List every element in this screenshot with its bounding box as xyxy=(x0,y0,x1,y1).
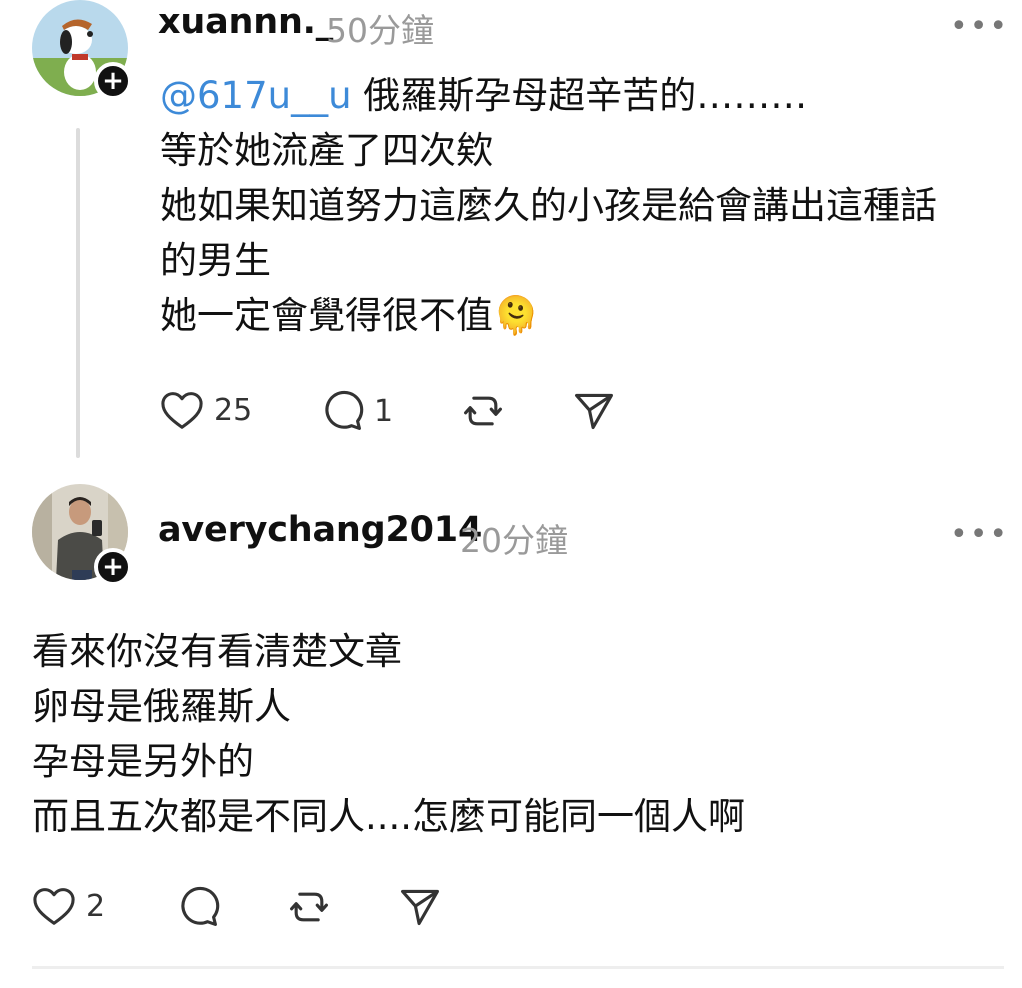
repost-icon xyxy=(290,892,328,922)
comment-body-line: 她一定會覺得很不值🫠 xyxy=(160,294,540,337)
comment-body-line: 她如果知道努力這麼久的小孩是給會講出這種話 xyxy=(160,184,937,227)
timestamp: 20分鐘 xyxy=(460,521,568,560)
send-icon xyxy=(401,889,439,926)
reply-bubble-icon xyxy=(325,390,364,430)
timestamp: 50分鐘 xyxy=(326,11,434,50)
share-button[interactable] xyxy=(572,389,616,433)
comment-body-line: 的男生 xyxy=(160,239,271,282)
repost-icon xyxy=(464,396,502,426)
comment-body-line: @617u__u 俄羅斯孕母超辛苦的……… xyxy=(160,74,808,117)
comment-body-line: 卵母是俄羅斯人 xyxy=(32,685,291,728)
like-count: 2 xyxy=(86,888,106,924)
melting-face-emoji: 🫠 xyxy=(493,294,540,337)
repost-button[interactable] xyxy=(286,885,332,929)
comment-body-line: 等於她流產了四次欸 xyxy=(160,129,493,172)
comment-body-line: 看來你沒有看清楚文章 xyxy=(32,630,402,673)
username[interactable]: xuannn._ xyxy=(158,2,333,42)
follow-add-button[interactable]: + xyxy=(94,62,132,100)
share-button[interactable] xyxy=(398,885,442,929)
repost-button[interactable] xyxy=(460,389,506,433)
plus-icon: + xyxy=(102,66,124,96)
like-button[interactable]: 25 xyxy=(160,390,252,430)
reply-button[interactable]: 1 xyxy=(320,389,393,433)
follow-add-button[interactable]: + xyxy=(94,548,132,586)
comment-body-line: 而且五次都是不同人....怎麼可能同一個人啊 xyxy=(32,795,746,838)
like-button[interactable]: 2 xyxy=(32,886,105,926)
reply-bubble-icon xyxy=(181,886,220,926)
more-options-icon[interactable]: ••• xyxy=(950,12,1009,42)
thread-line xyxy=(76,128,80,458)
heart-icon xyxy=(161,392,203,429)
send-icon xyxy=(575,393,613,430)
like-count: 25 xyxy=(214,392,253,428)
username[interactable]: averychang2014 xyxy=(158,510,482,550)
comment-body-line: 孕母是另外的 xyxy=(32,740,254,783)
reply-count: 1 xyxy=(374,393,394,429)
reply-button[interactable] xyxy=(176,885,220,929)
heart-icon xyxy=(33,888,75,925)
divider xyxy=(32,966,1004,969)
more-options-icon[interactable]: ••• xyxy=(950,520,1009,550)
mention-link[interactable]: @617u__u xyxy=(160,74,352,117)
plus-icon: + xyxy=(102,552,124,582)
